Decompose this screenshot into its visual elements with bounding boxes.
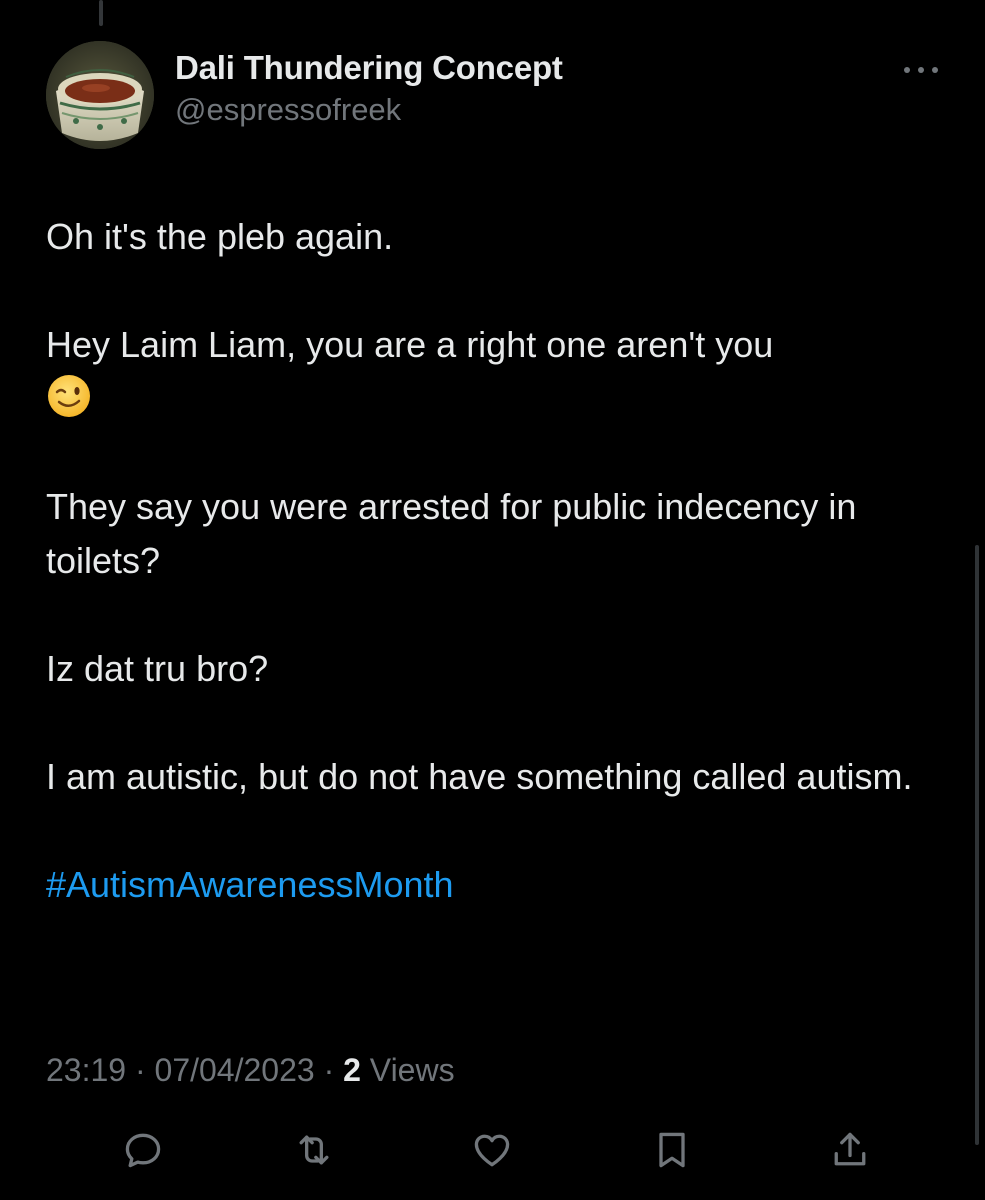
heart-icon bbox=[474, 1134, 510, 1167]
reply-icon bbox=[125, 1133, 161, 1168]
tweet-paragraph-with-emoji: Hey Laim Liam, you are a right one aren'… bbox=[46, 318, 926, 426]
author-handle[interactable]: @espressofreek bbox=[175, 90, 563, 130]
hashtag-link[interactable]: #AutismAwarenessMonth bbox=[46, 864, 454, 905]
tweet-paragraph: Iz dat tru bro? bbox=[46, 648, 269, 689]
more-options-icon[interactable] bbox=[897, 56, 945, 84]
tweet-metadata: 23:19 · 07/04/2023 · 2 Views bbox=[46, 1048, 455, 1092]
author-display-name[interactable]: Dali Thundering Concept bbox=[175, 48, 563, 88]
bookmark-button[interactable] bbox=[644, 1122, 700, 1178]
reply-button[interactable] bbox=[115, 1122, 171, 1178]
tweet-author[interactable]: Dali Thundering Concept @espressofreek bbox=[175, 48, 563, 130]
views-label: Views bbox=[369, 1052, 455, 1088]
avatar[interactable] bbox=[46, 41, 154, 149]
bookmark-icon bbox=[659, 1132, 685, 1168]
like-button[interactable] bbox=[464, 1122, 520, 1178]
avatar-image bbox=[46, 41, 154, 149]
views-count: 2 bbox=[343, 1052, 361, 1088]
meta-separator: · bbox=[134, 1052, 146, 1088]
tweet-time[interactable]: 23:19 bbox=[46, 1052, 126, 1088]
tweet-paragraph: They say you were arrested for public in… bbox=[46, 486, 857, 581]
thread-connector-line bbox=[99, 0, 103, 26]
wink-emoji-icon bbox=[48, 375, 90, 417]
share-button[interactable] bbox=[822, 1122, 878, 1178]
tweet-actions-bar bbox=[0, 1122, 985, 1178]
tweet-paragraph: Hey Laim Liam, you are a right one aren'… bbox=[46, 324, 774, 365]
meta-separator: · bbox=[323, 1052, 335, 1088]
retweet-icon bbox=[299, 1135, 329, 1165]
share-icon bbox=[834, 1132, 866, 1166]
tweet-date[interactable]: 07/04/2023 bbox=[155, 1052, 315, 1088]
retweet-button[interactable] bbox=[286, 1122, 342, 1178]
tweet-paragraph: I am autistic, but do not have something… bbox=[46, 756, 913, 797]
tweet-paragraph: Oh it's the pleb again. bbox=[46, 216, 394, 257]
tweet-text: Oh it's the pleb again. Hey Laim Liam, y… bbox=[46, 210, 926, 912]
scrollbar[interactable] bbox=[975, 545, 979, 1145]
